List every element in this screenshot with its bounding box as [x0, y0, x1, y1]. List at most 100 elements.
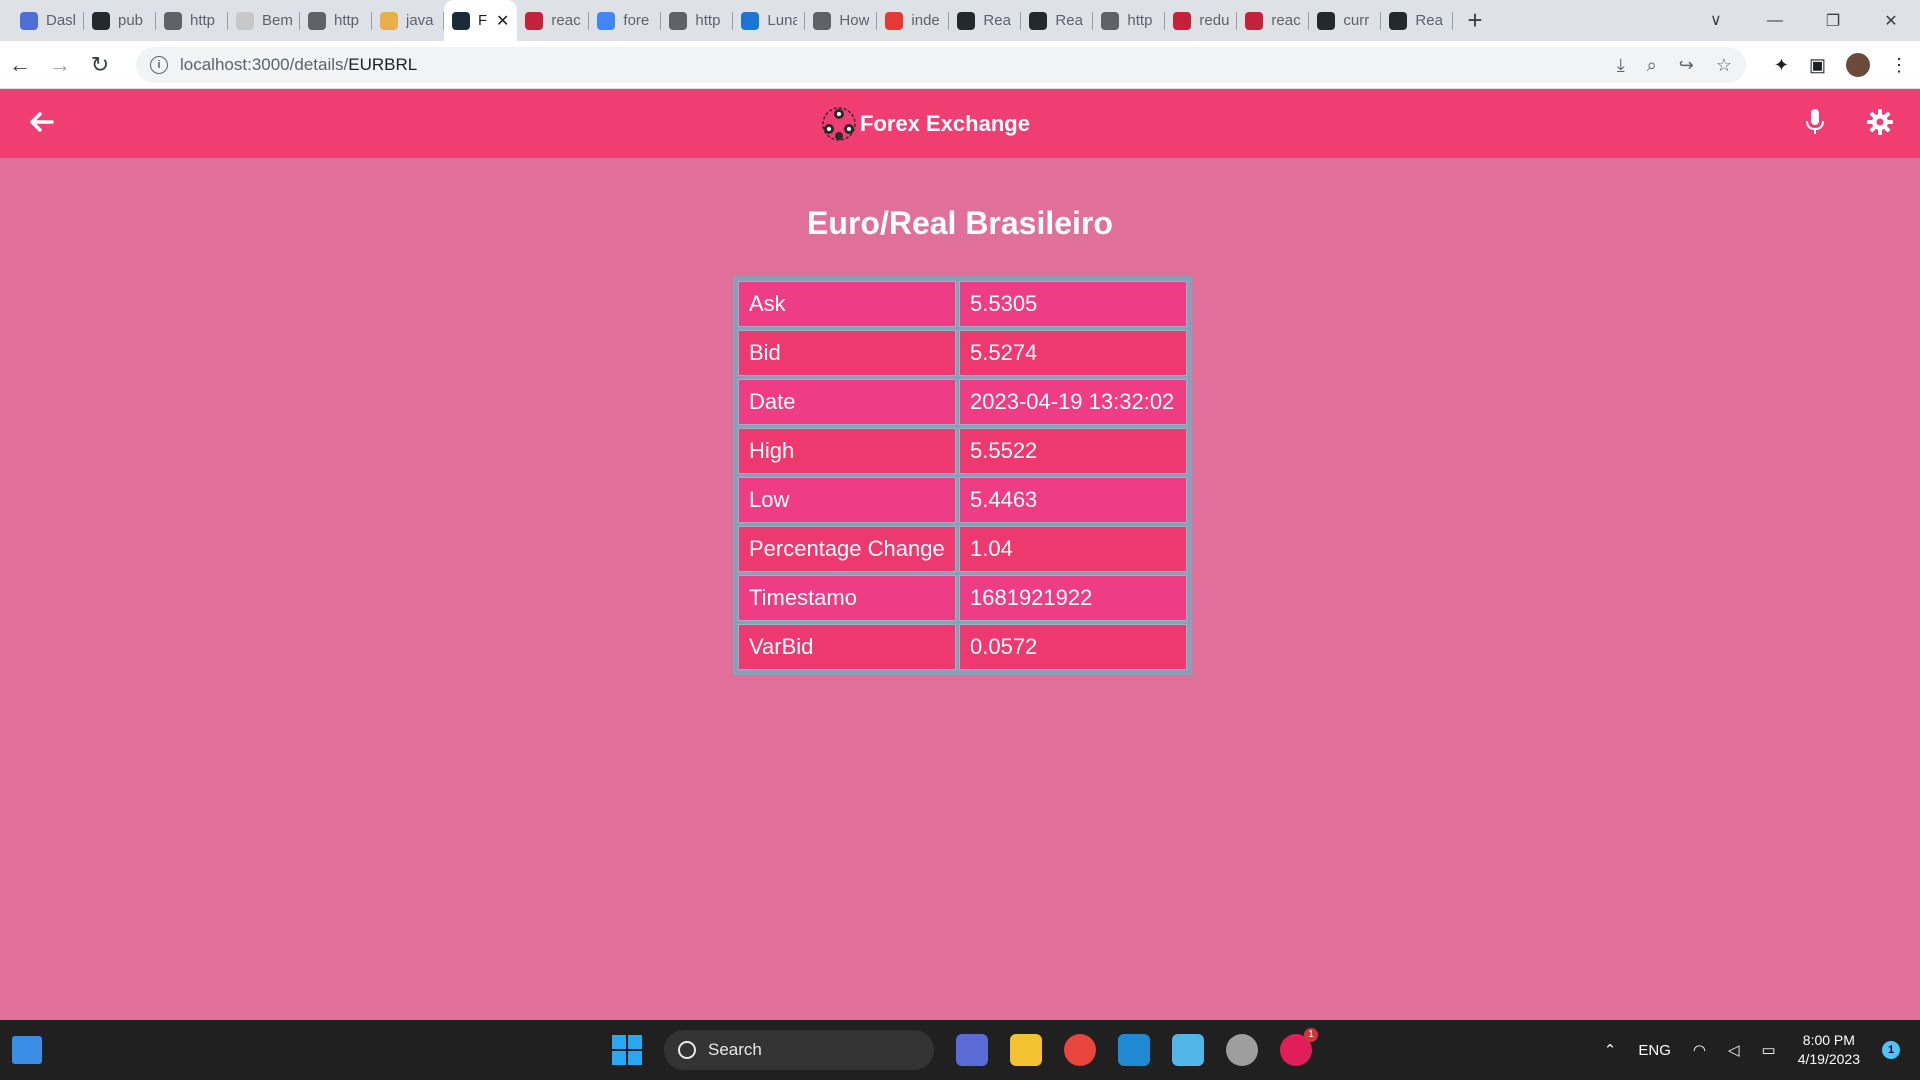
close-window-button[interactable]: ✕ [1862, 11, 1920, 31]
extensions-icon[interactable]: ✦ [1774, 55, 1789, 76]
tab-title: Dasl [46, 12, 76, 29]
luna-icon [741, 11, 760, 30]
app-title: Forex Exchange [860, 111, 1030, 136]
table-row: VarBid 0.0572 [738, 624, 1187, 670]
chrome-dev-icon[interactable] [1226, 1034, 1258, 1066]
row-label: Ask [738, 281, 956, 327]
share-icon[interactable]: ↪ [1679, 55, 1694, 76]
tab-title: http [1127, 12, 1153, 29]
system-tray: ⌃ ENG ◠ ◁ ▭ 8:00 PM 4/19/2023 1 [1604, 1028, 1900, 1072]
row-value: 5.5274 [959, 330, 1187, 376]
table-row: Ask 5.5305 [738, 281, 1187, 327]
file-explorer-icon[interactable] [1010, 1034, 1042, 1066]
browser-tab[interactable]: curr [1309, 0, 1382, 41]
tab-title: Bem [262, 12, 292, 29]
browser-tab[interactable]: http [156, 0, 228, 41]
new-tab-button[interactable]: + [1467, 5, 1482, 36]
row-label: Timestamo [738, 575, 956, 621]
browser-tab[interactable]: Rea [1381, 0, 1454, 41]
install-app-icon[interactable]: ⤓ [1617, 55, 1625, 76]
slack-icon[interactable]: 1 [1280, 1028, 1318, 1066]
gear-icon[interactable] [1866, 108, 1894, 136]
browser-tab[interactable]: Rea [949, 0, 1022, 41]
browser-tab[interactable]: reac [1237, 0, 1310, 41]
battery-icon[interactable]: ▭ [1762, 1041, 1776, 1059]
notepad-icon[interactable] [1172, 1034, 1204, 1066]
browser-tab[interactable]: Rea [1021, 0, 1094, 41]
table-row: High 5.5522 [738, 428, 1187, 474]
reload-button[interactable]: ↻ [80, 52, 120, 78]
browser-tab[interactable]: reac [517, 0, 590, 41]
volume-icon[interactable]: ◁ [1728, 1041, 1740, 1059]
browser-tab[interactable]: fore [589, 0, 662, 41]
tab-title: reac [551, 12, 581, 29]
start-button[interactable] [612, 1035, 642, 1065]
github-icon [92, 11, 110, 30]
minimize-button[interactable]: — [1746, 12, 1804, 30]
bookmark-star-icon[interactable]: ☆ [1716, 55, 1732, 76]
tab-list: Dasl pub http Bem http java F ✕ reac fore http Luna… [0, 0, 1454, 41]
github-icon [1317, 11, 1336, 30]
n-icon [1173, 11, 1192, 30]
vscode-icon[interactable] [1118, 1034, 1150, 1066]
tab-title: Rea [1415, 12, 1443, 29]
clock-time: 8:00 PM [1802, 1032, 1855, 1048]
zoom-icon[interactable]: ⌕ [1647, 55, 1657, 76]
globe-icon [1101, 11, 1120, 30]
omnibox-actions: ⤓ ⌕ ↪ ☆ [1617, 47, 1732, 83]
browser-tab[interactable]: F ✕ [444, 0, 518, 41]
row-value: 2023-04-19 13:32:02 [959, 379, 1187, 425]
back-nav-button[interactable]: ← [0, 52, 40, 78]
browser-tab[interactable]: Luna [733, 0, 806, 41]
side-panel-icon[interactable]: ▣ [1809, 55, 1826, 76]
profile-avatar[interactable] [1846, 53, 1870, 77]
site-info-icon[interactable]: i [150, 56, 168, 74]
browser-tab[interactable]: How [805, 0, 878, 41]
dashboard-icon [20, 11, 38, 30]
language-indicator[interactable]: ENG [1638, 1042, 1671, 1059]
restore-button[interactable]: ❐ [1804, 11, 1862, 31]
notification-badge[interactable]: 1 [1882, 1041, 1900, 1059]
microphone-icon[interactable] [1805, 108, 1825, 136]
forward-nav-button[interactable]: → [40, 52, 80, 78]
clock[interactable]: 8:00 PM 4/19/2023 [1798, 1031, 1860, 1069]
browser-tab[interactable]: http [1093, 0, 1166, 41]
back-arrow-icon[interactable] [28, 109, 54, 135]
tab-title: Luna [767, 12, 798, 29]
infinity-icon [813, 11, 832, 30]
browser-tab[interactable]: Bem [228, 0, 300, 41]
github-icon [1029, 11, 1048, 30]
address-bar[interactable]: i localhost:3000/details/EURBRL ⤓ ⌕ ↪ ☆ [136, 47, 1746, 83]
tab-title: reac [1271, 12, 1301, 29]
browser-tab[interactable]: inde [877, 0, 950, 41]
taskbar-apps: Search 1 [612, 1028, 1318, 1072]
widgets-icon[interactable] [12, 1036, 42, 1064]
tab-title: F [478, 12, 488, 29]
browser-tab[interactable]: Dasl [12, 0, 84, 41]
row-label: High [738, 428, 956, 474]
tab-title: java [406, 12, 434, 29]
browser-tab[interactable]: http [300, 0, 372, 41]
close-tab-icon[interactable]: ✕ [496, 11, 509, 31]
pencil-icon [380, 11, 398, 30]
taskbar-search[interactable]: Search [664, 1030, 934, 1070]
show-hidden-icons[interactable]: ⌃ [1604, 1041, 1617, 1059]
browser-tab[interactable]: pub [84, 0, 156, 41]
chrome-icon[interactable] [1064, 1034, 1096, 1066]
search-icon [678, 1041, 696, 1059]
react-icon [452, 11, 470, 30]
tab-title: curr [1343, 12, 1370, 29]
tab-search-icon[interactable]: ∨ [1710, 10, 1722, 30]
row-value: 5.5305 [959, 281, 1187, 327]
browser-tab[interactable]: http [661, 0, 734, 41]
browser-tab[interactable]: redu [1165, 0, 1238, 41]
meet-app-icon[interactable] [956, 1034, 988, 1066]
browser-menu-icon[interactable]: ⋮ [1890, 55, 1908, 76]
browser-tab[interactable]: java [372, 0, 444, 41]
row-value: 5.5522 [959, 428, 1187, 474]
globe-icon [308, 11, 326, 30]
app-header: Forex Exchange [0, 89, 1920, 158]
table-row: Bid 5.5274 [738, 330, 1187, 376]
wifi-icon[interactable]: ◠ [1693, 1041, 1706, 1059]
row-label: Percentage Change [738, 526, 956, 572]
